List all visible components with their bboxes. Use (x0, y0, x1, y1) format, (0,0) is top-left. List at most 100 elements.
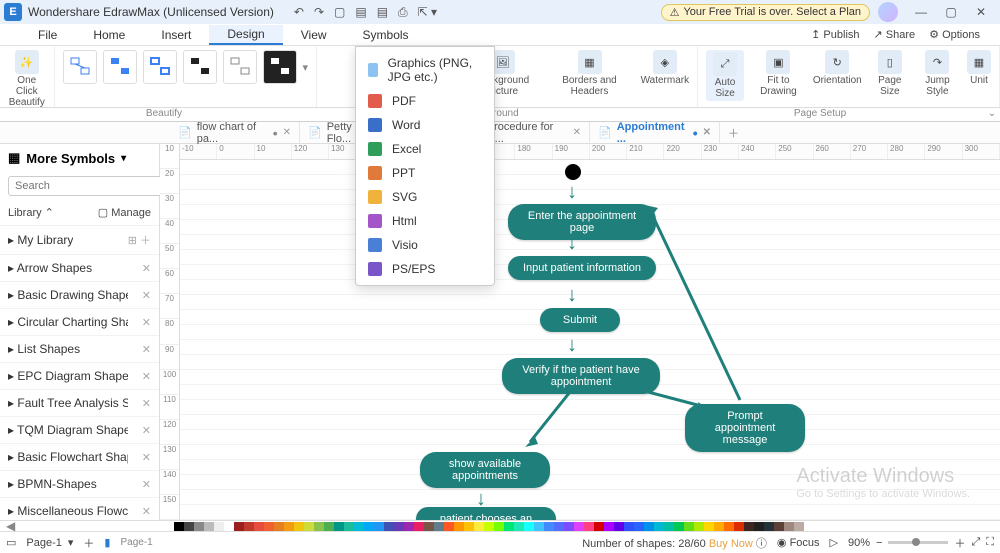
style-preset-3[interactable] (143, 50, 177, 84)
watermark-button[interactable]: ◈Watermark (641, 50, 690, 97)
color-swatch[interactable] (194, 522, 204, 531)
style-preset-5[interactable] (223, 50, 257, 84)
page-thumb-icon[interactable]: ▮ (104, 536, 110, 549)
export-ppt[interactable]: PPT (356, 161, 494, 185)
color-swatch[interactable] (674, 522, 684, 531)
search-input[interactable] (8, 176, 164, 196)
focus-toggle[interactable]: ◉ Focus (777, 536, 820, 549)
export-excel[interactable]: Excel (356, 137, 494, 161)
color-swatch[interactable] (764, 522, 774, 531)
color-swatch[interactable] (754, 522, 764, 531)
publish-button[interactable]: ↥ Publish (811, 28, 859, 41)
color-swatch[interactable] (394, 522, 404, 531)
menu-home[interactable]: Home (75, 26, 143, 44)
ribbon-collapse-icon[interactable]: ⌄ (984, 108, 1000, 121)
sidebar-category[interactable]: ▸ Basic Drawing Shapes✕ (0, 281, 159, 308)
buy-now-link[interactable]: Buy Now (709, 538, 753, 550)
flow-node-input[interactable]: Input patient information (508, 256, 656, 280)
color-swatch[interactable] (454, 522, 464, 531)
color-swatch[interactable] (534, 522, 544, 531)
flow-node-choose[interactable]: patient chooses an (416, 507, 556, 520)
sidebar-category[interactable]: ▸ Fault Tree Analysis Shapes✕ (0, 389, 159, 416)
export-html[interactable]: Html (356, 209, 494, 233)
export-pdf[interactable]: PDF (356, 89, 494, 113)
export-graphics[interactable]: Graphics (PNG, JPG etc.) (356, 51, 494, 89)
export-icon[interactable]: ⇱ ▾ (418, 5, 437, 20)
color-swatch[interactable] (704, 522, 714, 531)
color-swatch[interactable] (374, 522, 384, 531)
sidebar-category[interactable]: ▸ Basic Flowchart Shapes✕ (0, 443, 159, 470)
color-swatch[interactable] (664, 522, 674, 531)
undo-icon[interactable]: ↶ (294, 5, 304, 20)
color-swatch[interactable] (224, 522, 234, 531)
borders-headers-button[interactable]: ▦Borders and Headers (550, 50, 628, 97)
sidebar-category[interactable]: ▸ My Library⊞ ＋ (0, 225, 159, 254)
zoom-slider[interactable] (888, 541, 948, 544)
color-swatch[interactable] (714, 522, 724, 531)
style-preset-4[interactable] (183, 50, 217, 84)
color-swatch[interactable] (734, 522, 744, 531)
style-preset-2[interactable] (103, 50, 137, 84)
layout-toggle-icon[interactable]: ▭ (6, 536, 16, 549)
sidebar-category[interactable]: ▸ EPC Diagram Shapes✕ (0, 362, 159, 389)
color-swatch[interactable] (494, 522, 504, 531)
color-swatch[interactable] (644, 522, 654, 531)
color-swatch[interactable] (444, 522, 454, 531)
sidebar-category[interactable]: ▸ Circular Charting Shapes✕ (0, 308, 159, 335)
fit-page-icon[interactable]: ⤢ (971, 536, 980, 549)
menu-file[interactable]: File (20, 26, 75, 44)
sidebar-category[interactable]: ▸ Arrow Shapes✕ (0, 254, 159, 281)
color-swatch[interactable] (694, 522, 704, 531)
color-swatch[interactable] (484, 522, 494, 531)
color-swatch[interactable] (244, 522, 254, 531)
flow-node-enter[interactable]: Enter the appointment page (508, 204, 656, 240)
color-swatch[interactable] (554, 522, 564, 531)
new-icon[interactable]: ▢ (334, 5, 345, 20)
play-button[interactable]: ▷ (830, 536, 838, 549)
export-word[interactable]: Word (356, 113, 494, 137)
color-swatch[interactable] (424, 522, 434, 531)
color-swatch[interactable] (364, 522, 374, 531)
add-page-button[interactable]: ＋ (83, 535, 94, 551)
print-icon[interactable]: ⎙ (398, 5, 408, 20)
fullscreen-icon[interactable]: ⛶ (986, 536, 994, 549)
flow-node-prompt[interactable]: Prompt appointment message (685, 404, 805, 452)
color-swatch[interactable] (234, 522, 244, 531)
page-size-button[interactable]: ▯Page Size (872, 50, 908, 101)
orientation-button[interactable]: ↻Orientation (813, 50, 862, 101)
tab-flowchart[interactable]: 📄 flow chart of pa...•✕ (170, 122, 300, 144)
color-swatch[interactable] (654, 522, 664, 531)
sidebar-category[interactable]: ▸ Miscellaneous Flowchart Sh...✕ (0, 497, 159, 520)
style-gallery[interactable]: ▾ (63, 50, 309, 84)
color-swatch[interactable] (204, 522, 214, 531)
color-swatch[interactable] (504, 522, 514, 531)
color-swatch[interactable] (174, 522, 184, 531)
open-icon[interactable]: ▤ (355, 5, 366, 20)
color-swatch[interactable] (634, 522, 644, 531)
auto-size-button[interactable]: ⤢Auto Size (706, 50, 744, 101)
color-swatch[interactable] (184, 522, 194, 531)
export-svg[interactable]: SVG (356, 185, 494, 209)
color-swatch[interactable] (474, 522, 484, 531)
color-swatch[interactable] (284, 522, 294, 531)
sidebar-category[interactable]: ▸ List Shapes✕ (0, 335, 159, 362)
menu-insert[interactable]: Insert (143, 26, 209, 44)
color-swatch[interactable] (564, 522, 574, 531)
color-swatch[interactable] (524, 522, 534, 531)
color-swatch[interactable] (544, 522, 554, 531)
flow-start-node[interactable] (565, 164, 581, 180)
new-tab-button[interactable]: ＋ (720, 125, 747, 141)
flow-node-show[interactable]: show available appointments (420, 452, 550, 488)
color-swatch[interactable] (324, 522, 334, 531)
unit-button[interactable]: ▦Unit (967, 50, 991, 101)
style-preset-6[interactable] (263, 50, 297, 84)
color-swatch[interactable] (774, 522, 784, 531)
close-icon[interactable]: ✕ (573, 127, 581, 138)
export-ps[interactable]: PS/EPS (356, 257, 494, 281)
color-swatch[interactable] (354, 522, 364, 531)
one-click-beautify-button[interactable]: ✨ One Click Beautify (8, 50, 46, 108)
maximize-button[interactable]: ▢ (936, 5, 966, 19)
export-visio[interactable]: Visio (356, 233, 494, 257)
color-swatch[interactable] (624, 522, 634, 531)
color-swatch[interactable] (434, 522, 444, 531)
